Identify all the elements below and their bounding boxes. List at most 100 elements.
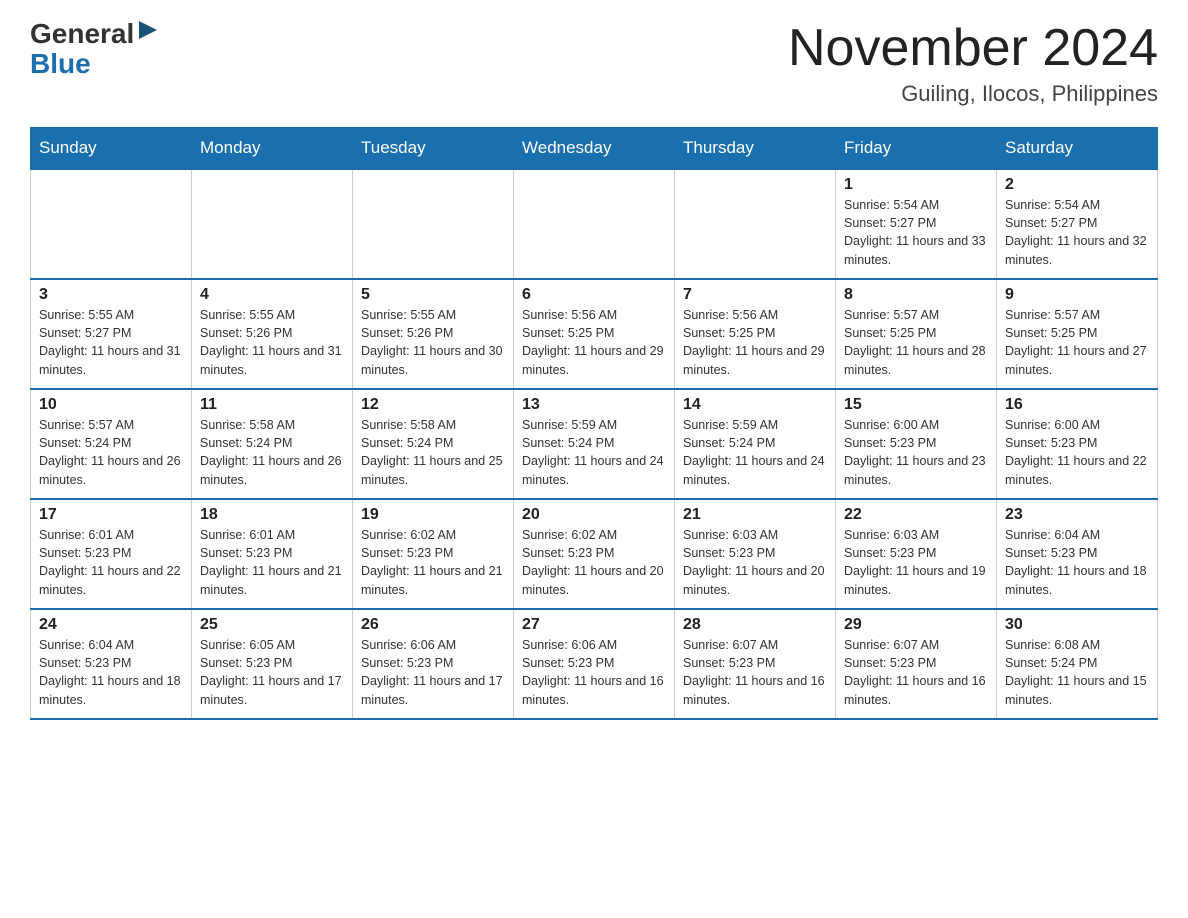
day-info: Sunrise: 5:55 AMSunset: 5:26 PMDaylight:… — [361, 306, 505, 379]
table-row: 28Sunrise: 6:07 AMSunset: 5:23 PMDayligh… — [675, 609, 836, 719]
page-header: General Blue November 2024 Guiling, Iloc… — [30, 20, 1158, 107]
table-row — [514, 169, 675, 279]
day-number: 15 — [844, 396, 988, 414]
day-info: Sunrise: 5:59 AMSunset: 5:24 PMDaylight:… — [522, 416, 666, 489]
day-number: 1 — [844, 176, 988, 194]
calendar-week-row: 24 Sunrise: 6:04 AMSunset: 5:23 PMDayligh… — [31, 609, 1158, 719]
calendar-week-row: 3 Sunrise: 5:55 AMSunset: 5:27 PMDaylight… — [31, 279, 1158, 389]
page-title: November 2024 — [788, 20, 1158, 77]
table-row: 1 Sunrise: 5:54 AMSunset: 5:27 PMDaylight… — [836, 169, 997, 279]
col-thursday: Thursday — [675, 128, 836, 170]
calendar-table: Sunday Monday Tuesday Wednesday Thursday… — [30, 127, 1158, 720]
logo: General Blue — [30, 20, 159, 78]
table-row: 11Sunrise: 5:58 AMSunset: 5:24 PMDayligh… — [192, 389, 353, 499]
day-number: 13 — [522, 396, 666, 414]
day-number: 7 — [683, 286, 827, 304]
logo-blue-text: Blue — [30, 50, 91, 78]
table-row: 21 Sunrise: 6:03 AMSunset: 5:23 PMDayligh… — [675, 499, 836, 609]
day-info: Sunrise: 5:55 AMSunset: 5:27 PMDaylight:… — [39, 306, 183, 379]
day-info: Sunrise: 6:04 AMSunset: 5:23 PMDaylight:… — [1005, 526, 1149, 599]
day-info: Sunrise: 6:07 AMSunset: 5:23 PMDaylight:… — [683, 636, 827, 709]
day-info: Sunrise: 6:07 AMSunset: 5:23 PMDaylight:… — [844, 636, 988, 709]
day-number: 14 — [683, 396, 827, 414]
day-info: Sunrise: 6:03 AMSunset: 5:23 PMDaylight:… — [683, 526, 827, 599]
day-number: 12 — [361, 396, 505, 414]
table-row: 8 Sunrise: 5:57 AMSunset: 5:25 PMDaylight… — [836, 279, 997, 389]
day-number: 17 — [39, 506, 183, 524]
col-sunday: Sunday — [31, 128, 192, 170]
day-info: Sunrise: 5:58 AMSunset: 5:24 PMDaylight:… — [361, 416, 505, 489]
day-info: Sunrise: 5:56 AMSunset: 5:25 PMDaylight:… — [683, 306, 827, 379]
day-number: 30 — [1005, 616, 1149, 634]
day-info: Sunrise: 6:00 AMSunset: 5:23 PMDaylight:… — [844, 416, 988, 489]
day-number: 11 — [200, 396, 344, 414]
table-row — [353, 169, 514, 279]
table-row: 4 Sunrise: 5:55 AMSunset: 5:26 PMDaylight… — [192, 279, 353, 389]
day-number: 29 — [844, 616, 988, 634]
day-info: Sunrise: 6:03 AMSunset: 5:23 PMDaylight:… — [844, 526, 988, 599]
day-number: 22 — [844, 506, 988, 524]
day-number: 20 — [522, 506, 666, 524]
day-info: Sunrise: 6:02 AMSunset: 5:23 PMDaylight:… — [522, 526, 666, 599]
table-row: 12 Sunrise: 5:58 AMSunset: 5:24 PMDayligh… — [353, 389, 514, 499]
day-info: Sunrise: 5:57 AMSunset: 5:25 PMDaylight:… — [1005, 306, 1149, 379]
day-info: Sunrise: 6:04 AMSunset: 5:23 PMDaylight:… — [39, 636, 183, 709]
day-info: Sunrise: 6:02 AMSunset: 5:23 PMDaylight:… — [361, 526, 505, 599]
logo-arrow-icon — [137, 19, 159, 41]
day-number: 5 — [361, 286, 505, 304]
table-row: 7 Sunrise: 5:56 AMSunset: 5:25 PMDaylight… — [675, 279, 836, 389]
table-row: 13 Sunrise: 5:59 AMSunset: 5:24 PMDayligh… — [514, 389, 675, 499]
day-number: 2 — [1005, 176, 1149, 194]
day-info: Sunrise: 6:01 AMSunset: 5:23 PMDaylight:… — [200, 526, 344, 599]
table-row: 3 Sunrise: 5:55 AMSunset: 5:27 PMDaylight… — [31, 279, 192, 389]
table-row: 29 Sunrise: 6:07 AMSunset: 5:23 PMDayligh… — [836, 609, 997, 719]
day-number: 3 — [39, 286, 183, 304]
table-row: 9Sunrise: 5:57 AMSunset: 5:25 PMDaylight… — [997, 279, 1158, 389]
table-row: 2Sunrise: 5:54 AMSunset: 5:27 PMDaylight… — [997, 169, 1158, 279]
table-row: 26 Sunrise: 6:06 AMSunset: 5:23 PMDayligh… — [353, 609, 514, 719]
col-wednesday: Wednesday — [514, 128, 675, 170]
day-info: Sunrise: 5:55 AMSunset: 5:26 PMDaylight:… — [200, 306, 344, 379]
day-info: Sunrise: 5:57 AMSunset: 5:25 PMDaylight:… — [844, 306, 988, 379]
calendar-week-row: 17 Sunrise: 6:01 AMSunset: 5:23 PMDayligh… — [31, 499, 1158, 609]
day-number: 19 — [361, 506, 505, 524]
table-row: 19 Sunrise: 6:02 AMSunset: 5:23 PMDayligh… — [353, 499, 514, 609]
day-number: 18 — [200, 506, 344, 524]
table-row: 10 Sunrise: 5:57 AMSunset: 5:24 PMDayligh… — [31, 389, 192, 499]
table-row: 27Sunrise: 6:06 AMSunset: 5:23 PMDayligh… — [514, 609, 675, 719]
table-row: 6Sunrise: 5:56 AMSunset: 5:25 PMDaylight… — [514, 279, 675, 389]
col-monday: Monday — [192, 128, 353, 170]
title-section: November 2024 Guiling, Ilocos, Philippin… — [788, 20, 1158, 107]
table-row: 25Sunrise: 6:05 AMSunset: 5:23 PMDayligh… — [192, 609, 353, 719]
day-number: 26 — [361, 616, 505, 634]
day-number: 25 — [200, 616, 344, 634]
day-number: 8 — [844, 286, 988, 304]
day-info: Sunrise: 6:08 AMSunset: 5:24 PMDaylight:… — [1005, 636, 1149, 709]
col-friday: Friday — [836, 128, 997, 170]
calendar-header-row: Sunday Monday Tuesday Wednesday Thursday… — [31, 128, 1158, 170]
day-number: 24 — [39, 616, 183, 634]
day-info: Sunrise: 6:06 AMSunset: 5:23 PMDaylight:… — [522, 636, 666, 709]
day-info: Sunrise: 6:06 AMSunset: 5:23 PMDaylight:… — [361, 636, 505, 709]
day-info: Sunrise: 5:57 AMSunset: 5:24 PMDaylight:… — [39, 416, 183, 489]
table-row — [192, 169, 353, 279]
table-row: 14 Sunrise: 5:59 AMSunset: 5:24 PMDayligh… — [675, 389, 836, 499]
day-number: 23 — [1005, 506, 1149, 524]
page-subtitle: Guiling, Ilocos, Philippines — [788, 81, 1158, 107]
day-info: Sunrise: 5:54 AMSunset: 5:27 PMDaylight:… — [844, 196, 988, 269]
day-info: Sunrise: 6:00 AMSunset: 5:23 PMDaylight:… — [1005, 416, 1149, 489]
day-number: 21 — [683, 506, 827, 524]
day-number: 4 — [200, 286, 344, 304]
day-info: Sunrise: 5:59 AMSunset: 5:24 PMDaylight:… — [683, 416, 827, 489]
col-tuesday: Tuesday — [353, 128, 514, 170]
table-row — [31, 169, 192, 279]
table-row — [675, 169, 836, 279]
day-number: 6 — [522, 286, 666, 304]
table-row: 22 Sunrise: 6:03 AMSunset: 5:23 PMDayligh… — [836, 499, 997, 609]
table-row: 20 Sunrise: 6:02 AMSunset: 5:23 PMDayligh… — [514, 499, 675, 609]
calendar-week-row: 10 Sunrise: 5:57 AMSunset: 5:24 PMDayligh… — [31, 389, 1158, 499]
day-number: 16 — [1005, 396, 1149, 414]
calendar-week-row: 1 Sunrise: 5:54 AMSunset: 5:27 PMDaylight… — [31, 169, 1158, 279]
day-info: Sunrise: 6:01 AMSunset: 5:23 PMDaylight:… — [39, 526, 183, 599]
day-number: 10 — [39, 396, 183, 414]
